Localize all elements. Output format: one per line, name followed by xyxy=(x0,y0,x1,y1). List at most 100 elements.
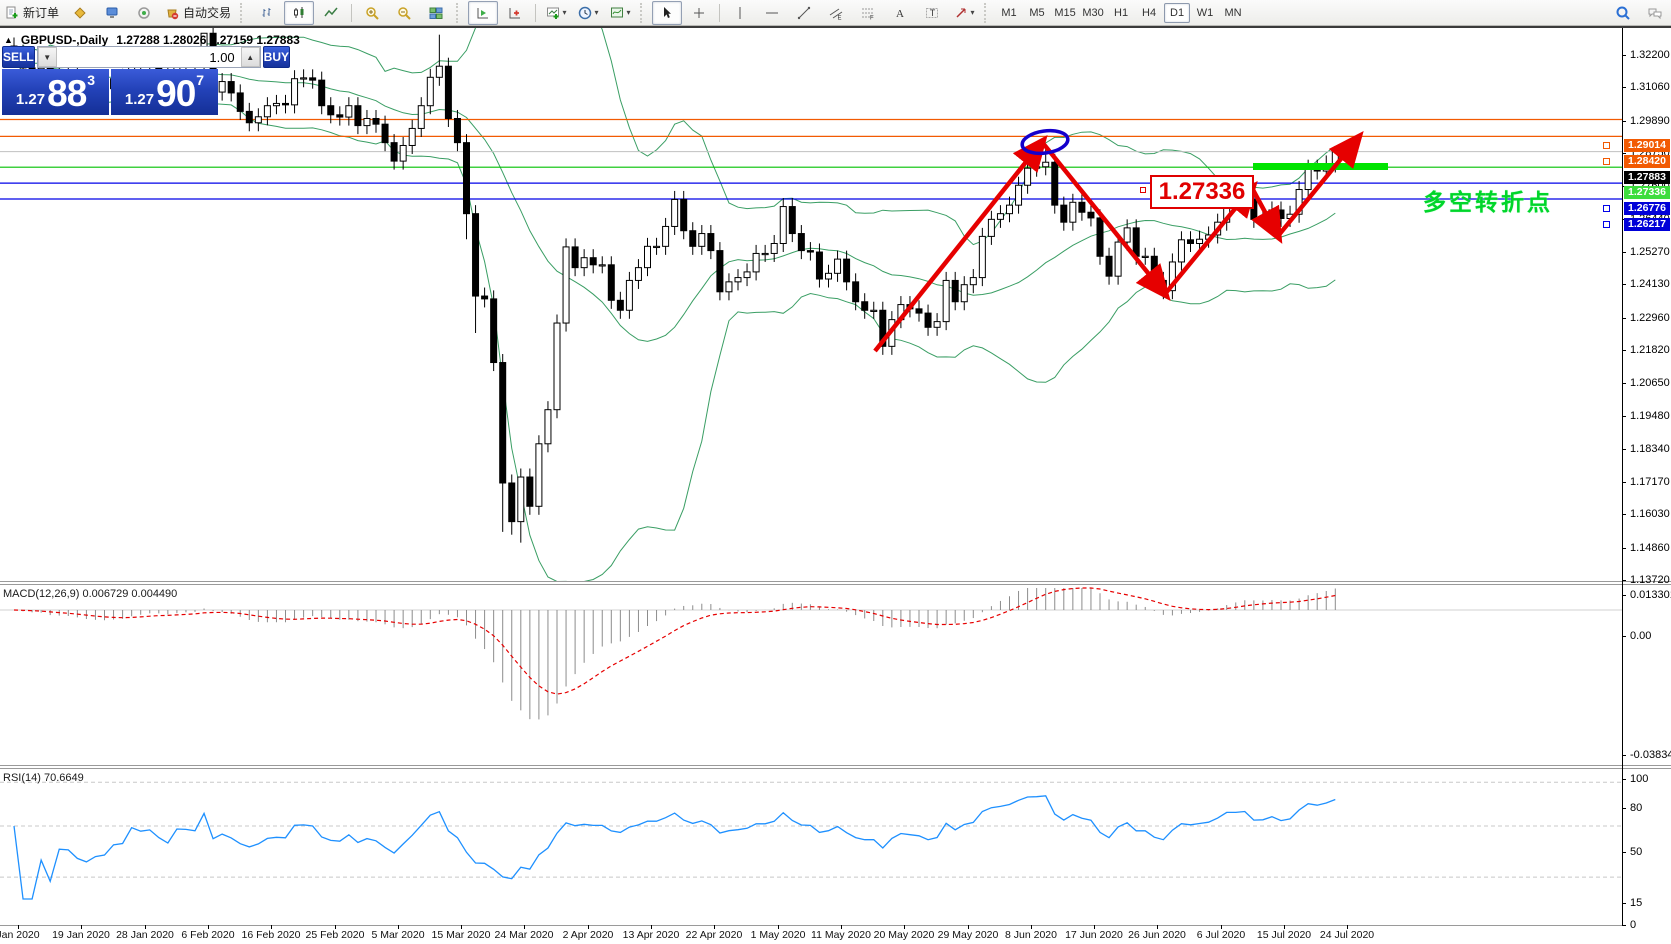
sell-price-display[interactable]: 1.27 88 3 xyxy=(2,69,109,115)
date-tick-mark xyxy=(1031,925,1032,929)
macd-indicator-panel[interactable] xyxy=(0,585,1622,764)
volume-increase-button[interactable]: ▲ xyxy=(241,47,260,67)
timeframe-m30-button[interactable]: M30 xyxy=(1080,3,1106,23)
rsi-indicator-panel[interactable] xyxy=(0,770,1622,925)
search-button[interactable] xyxy=(1608,1,1638,25)
date-tick-mark xyxy=(588,925,589,929)
crosshair-button[interactable] xyxy=(684,1,714,25)
line-handle[interactable] xyxy=(1603,142,1610,149)
price-level-label: 1.26217 xyxy=(1624,218,1670,231)
signals-button[interactable] xyxy=(129,1,159,25)
date-tick-label: 25 Feb 2020 xyxy=(306,929,365,941)
annotation-anchor[interactable] xyxy=(1140,187,1146,193)
candlestick xyxy=(1188,240,1194,244)
sell-price-pip: 3 xyxy=(87,72,95,88)
sell-button[interactable]: SELL xyxy=(2,46,35,68)
cursor-button[interactable] xyxy=(652,1,682,25)
trend-arrow-annotation[interactable] xyxy=(1278,138,1358,236)
fibonacci-icon: F xyxy=(861,6,875,20)
volume-input[interactable] xyxy=(57,47,241,67)
candlestick xyxy=(536,444,542,507)
chart-window[interactable]: ▲ GBPUSD-,Daily 1.27288 1.28026 1.27159 … xyxy=(0,26,1671,944)
date-tick-label: 20 May 2020 xyxy=(874,929,935,941)
timeframe-d1-button[interactable]: D1 xyxy=(1164,3,1190,23)
chat-button[interactable] xyxy=(1640,1,1670,25)
zoom-out-button[interactable] xyxy=(389,1,419,25)
candlestick xyxy=(418,106,424,129)
gold-button[interactable] xyxy=(65,1,95,25)
date-tick-mark xyxy=(145,925,146,929)
candlestick xyxy=(364,118,370,125)
autotrading-button[interactable]: 自动交易 xyxy=(161,1,235,25)
text-button[interactable]: A xyxy=(885,1,915,25)
timeframe-w1-button[interactable]: W1 xyxy=(1192,3,1218,23)
macd-tick-mark xyxy=(1622,636,1626,637)
timeframe-m5-button[interactable]: M5 xyxy=(1024,3,1050,23)
profiles-button[interactable]: ▾ xyxy=(573,1,603,25)
svg-text:E: E xyxy=(838,15,842,20)
candlestick xyxy=(1007,205,1013,214)
tile-windows-button[interactable] xyxy=(421,1,451,25)
candlestick xyxy=(1088,212,1094,218)
candlestick xyxy=(518,477,524,522)
chart-shift-button[interactable] xyxy=(468,1,498,25)
line-handle[interactable] xyxy=(1603,205,1610,212)
bar-chart-button[interactable] xyxy=(252,1,282,25)
channel-button[interactable]: E xyxy=(821,1,851,25)
fibonacci-button[interactable]: F xyxy=(853,1,883,25)
toolbar-separator xyxy=(984,3,991,23)
auto-scroll-button[interactable] xyxy=(500,1,530,25)
trend-arrow-annotation[interactable] xyxy=(875,142,1042,351)
candlestick xyxy=(753,253,759,271)
candlestick-button[interactable] xyxy=(284,1,314,25)
timeframe-mn-button[interactable]: MN xyxy=(1220,3,1246,23)
price-level-label: 1.29014 xyxy=(1624,139,1670,152)
line-chart-button[interactable] xyxy=(316,1,346,25)
panel-separator[interactable] xyxy=(0,581,1671,582)
line-handle[interactable] xyxy=(1603,221,1610,228)
date-tick-mark xyxy=(1284,925,1285,929)
candlestick xyxy=(1115,242,1121,276)
indicators-button[interactable]: ▾ xyxy=(605,1,635,25)
new-chart-button[interactable]: ▾ xyxy=(541,1,571,25)
candlestick xyxy=(1025,168,1031,185)
candlestick xyxy=(635,268,641,281)
gold-icon xyxy=(73,6,87,20)
date-tick-label: 16 Feb 2020 xyxy=(242,929,301,941)
zoom-in-button[interactable] xyxy=(357,1,387,25)
horizontal-line-button[interactable] xyxy=(757,1,787,25)
candlestick xyxy=(491,299,497,363)
rsi-tick-mark xyxy=(1622,779,1626,780)
arrows-button[interactable]: ▾ xyxy=(949,1,979,25)
vertical-line-button[interactable] xyxy=(725,1,755,25)
timeframe-m15-button[interactable]: M15 xyxy=(1052,3,1078,23)
panel-separator[interactable] xyxy=(0,765,1671,766)
candlestick xyxy=(826,273,832,279)
trendline-button[interactable] xyxy=(789,1,819,25)
candlestick xyxy=(355,106,361,126)
candlestick xyxy=(789,207,795,234)
price-annotation-box[interactable]: 1.27336 xyxy=(1150,175,1254,209)
timeframe-m1-button[interactable]: M1 xyxy=(996,3,1022,23)
buy-button[interactable]: BUY xyxy=(263,46,290,68)
sell-price-prefix: 1.27 xyxy=(16,91,45,108)
new-order-button[interactable]: 新订单 xyxy=(1,1,63,25)
line-chart-icon xyxy=(324,6,338,20)
timeframe-h1-button[interactable]: H1 xyxy=(1108,3,1134,23)
market-watch-button[interactable] xyxy=(97,1,127,25)
timeframe-h4-button[interactable]: H4 xyxy=(1136,3,1162,23)
candlestick xyxy=(1079,202,1085,212)
line-handle[interactable] xyxy=(1603,158,1610,165)
label-button[interactable]: T xyxy=(917,1,947,25)
chevron-down-icon: ▾ xyxy=(595,8,599,17)
turning-point-note[interactable]: 多空转折点 xyxy=(1423,183,1553,217)
candlestick xyxy=(1070,202,1076,222)
candlestick xyxy=(979,236,985,277)
volume-decrease-button[interactable]: ▼ xyxy=(38,47,57,67)
candlestick xyxy=(844,259,850,282)
buy-price-display[interactable]: 1.27 90 7 xyxy=(111,69,218,115)
main-price-chart[interactable] xyxy=(0,28,1622,582)
rsi-tick-mark xyxy=(1622,808,1626,809)
collapse-triangle-icon[interactable]: ▲ xyxy=(4,35,13,45)
date-tick-mark xyxy=(714,925,715,929)
